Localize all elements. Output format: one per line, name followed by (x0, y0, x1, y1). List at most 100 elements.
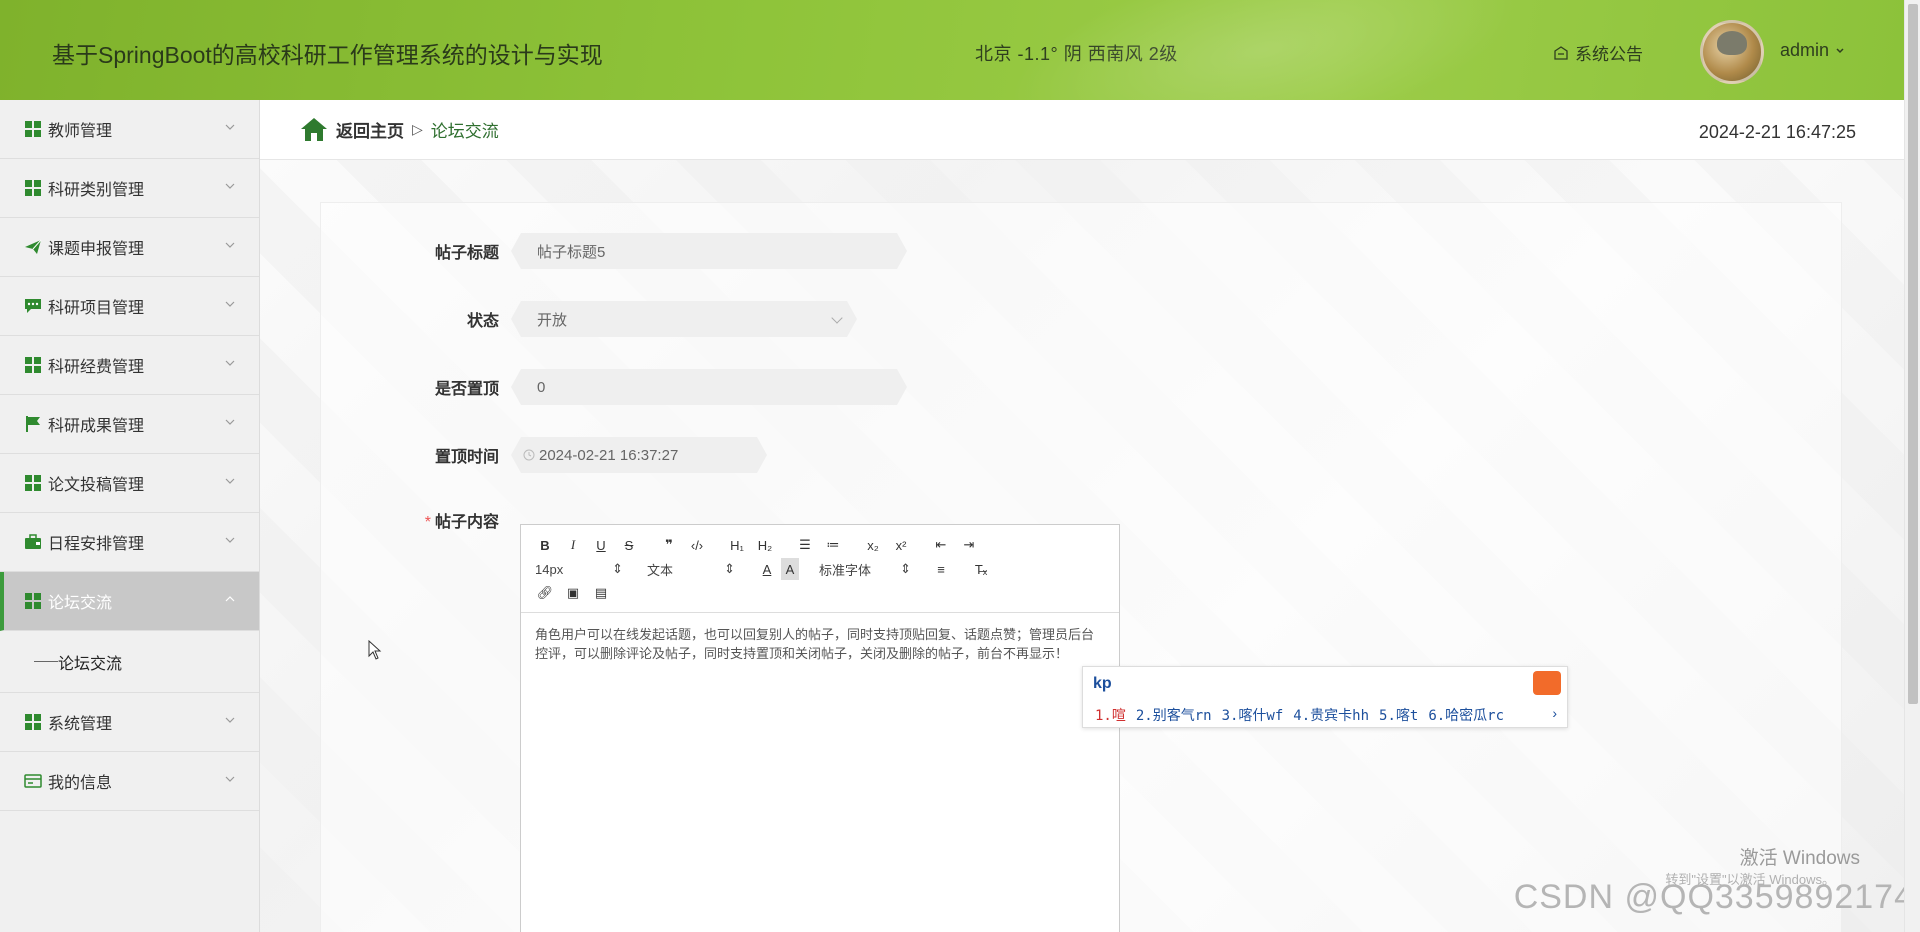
form-row-title: 帖子标题 帖子标题5 (260, 233, 907, 269)
sidebar-item-research-results[interactable]: 科研成果管理 (0, 395, 259, 454)
form-row-pinned: 是否置顶 0 (260, 369, 907, 405)
sidebar-item-label: 科研类别管理 (48, 182, 145, 199)
subscript-button[interactable]: x₂ (859, 534, 887, 556)
status-select[interactable]: 开放 (511, 301, 857, 337)
sidebar-item-system[interactable]: 系统管理 (0, 693, 259, 752)
form-row-pin-time: 置顶时间 2024-02-21 16:37:27 (260, 437, 767, 473)
ime-candidate-window: kp 1.喧 2.别客气rn 3.喀什wf 4.贵宾卡hh 5.喀t 6.哈密瓜… (1082, 666, 1568, 728)
indent-icon[interactable]: ⇥ (955, 534, 983, 556)
breadcrumb-current: 论坛交流 (430, 121, 499, 141)
pinned-label: 是否置顶 (434, 381, 499, 398)
chat-icon (25, 299, 41, 313)
bold-button[interactable]: B (531, 534, 559, 556)
status-select-value: 开放 (537, 311, 568, 329)
sidebar-item-label: 系统管理 (48, 716, 113, 733)
ime-candidate[interactable]: 5.喀t (1379, 705, 1418, 725)
sidebar-item-paper-submission[interactable]: 论文投稿管理 (0, 454, 259, 513)
outdent-icon[interactable]: ⇤ (927, 534, 955, 556)
chevron-down-icon (1836, 47, 1844, 53)
chevron-down-icon (831, 312, 842, 323)
sidebar-item-label: 教师管理 (48, 123, 113, 140)
sidebar-item-label: 我的信息 (48, 775, 113, 792)
breadcrumb-home-link[interactable]: 返回主页 (336, 117, 404, 142)
font-size-select[interactable]: 14px ⇕ (531, 561, 627, 577)
sidebar: 教师管理 科研类别管理 课题申报管理 科研项目管理 科研经费管理 科研成果管理 … (0, 100, 260, 932)
link-icon[interactable]: 🔗︎ (531, 582, 559, 604)
h1-button[interactable]: H₁ (723, 534, 751, 556)
chevron-down-icon (225, 419, 235, 425)
h2-button[interactable]: H₂ (751, 534, 779, 556)
ime-next-page-button[interactable]: › (1552, 705, 1557, 721)
csdn-watermark: CSDN @QQ3359892174 (1513, 878, 1914, 916)
notice-icon (1554, 45, 1568, 60)
block-format-value: 文本 (647, 562, 674, 578)
sidebar-item-schedule[interactable]: 日程安排管理 (0, 513, 259, 572)
sidebar-item-my-info[interactable]: 我的信息 (0, 752, 259, 811)
image-icon[interactable]: ▣ (559, 582, 587, 604)
editor-content[interactable]: 角色用户可以在线发起话题，也可以回复别人的帖子，同时支持顶贴回复、话题点赞；管理… (521, 613, 1119, 675)
underline-button[interactable]: U (587, 534, 615, 556)
sidebar-subitem-forum[interactable]: 论坛交流 (0, 631, 259, 693)
ordered-list-icon[interactable]: ☰ (791, 534, 819, 556)
align-icon[interactable]: ≡ (927, 558, 955, 580)
sidebar-item-topic-application[interactable]: 课题申报管理 (0, 218, 259, 277)
windows-activation-title: 激活 Windows (1739, 848, 1860, 869)
pin-time-value: 2024-02-21 16:37:27 (539, 446, 679, 464)
sidebar-item-teacher[interactable]: 教师管理 (0, 100, 259, 159)
ime-candidate[interactable]: 1.喧 (1095, 705, 1126, 725)
block-format-select[interactable]: 文本 ⇕ (643, 560, 739, 579)
pin-time-picker[interactable]: 2024-02-21 16:37:27 (511, 437, 767, 473)
weather-info: 北京 -1.1° 阴 西南风 2级 (975, 44, 1178, 64)
editor-toolbar: B I U S ❞ ‹/› H₁ H₂ ☰ ≔ x₂ x² ⇤ ⇥ 14px ⇕ … (521, 525, 1119, 613)
font-family-select[interactable]: 标准字体 ⇕ (815, 560, 915, 579)
sidebar-item-research-funding[interactable]: 科研经费管理 (0, 336, 259, 395)
sidebar-item-research-project[interactable]: 科研项目管理 (0, 277, 259, 336)
breadcrumb-separator: ▷ (412, 120, 423, 137)
sidebar-item-forum[interactable]: 论坛交流 (0, 572, 259, 631)
paper-plane-icon (25, 239, 42, 254)
title-input[interactable]: 帖子标题5 (511, 233, 907, 269)
title-label: 帖子标题 (434, 245, 499, 262)
blockquote-button[interactable]: ❞ (655, 534, 683, 556)
pinned-input-value: 0 (537, 378, 546, 396)
chevron-down-icon (225, 776, 235, 782)
italic-button[interactable]: I (559, 534, 587, 556)
form-row-status: 状态 开放 (260, 301, 857, 337)
sidebar-item-label: 日程安排管理 (48, 536, 145, 553)
ime-candidate[interactable]: 2.别客气rn (1136, 705, 1212, 725)
chevron-up-icon (225, 596, 235, 602)
rich-text-editor[interactable]: B I U S ❞ ‹/› H₁ H₂ ☰ ≔ x₂ x² ⇤ ⇥ 14px ⇕ … (520, 524, 1120, 932)
grid-icon (25, 593, 41, 609)
breadcrumb: 返回主页 ▷ 论坛交流 (300, 116, 499, 142)
strike-button[interactable]: S (615, 534, 643, 556)
superscript-button[interactable]: x² (887, 534, 915, 556)
code-button[interactable]: ‹/› (683, 534, 711, 556)
font-size-value: 14px (535, 561, 564, 577)
ime-candidate[interactable]: 3.喀什wf (1222, 705, 1284, 725)
sidebar-item-research-category[interactable]: 科研类别管理 (0, 159, 259, 218)
pinned-input[interactable]: 0 (511, 369, 907, 405)
current-datetime: 2024-2-21 16:47:25 (1698, 122, 1856, 142)
font-color-button[interactable]: A (753, 558, 781, 580)
sidebar-subitem-label: 论坛交流 (58, 655, 123, 673)
sidebar-item-label: 科研经费管理 (48, 359, 145, 376)
page-scrollbar[interactable] (1904, 0, 1920, 932)
user-avatar[interactable] (1700, 20, 1764, 84)
ime-candidate[interactable]: 4.贵宾卡hh (1293, 705, 1369, 725)
ime-candidate[interactable]: 6.哈密瓜rc (1428, 705, 1504, 725)
updown-icon: ⇕ (900, 561, 911, 576)
background-color-button[interactable]: A (781, 558, 799, 580)
grid-icon (25, 357, 41, 373)
chevron-down-icon (225, 124, 235, 130)
home-icon[interactable] (300, 116, 328, 142)
bullet-list-icon[interactable]: ≔ (819, 534, 847, 556)
scrollbar-thumb[interactable] (1908, 4, 1918, 704)
chevron-down-icon (225, 717, 235, 723)
video-icon[interactable]: ▤ (587, 582, 615, 604)
clear-format-icon[interactable]: T̶ₓ (967, 558, 995, 580)
pin-time-label: 置顶时间 (434, 449, 499, 466)
system-notice-button[interactable]: 系统公告 (1553, 40, 1643, 65)
user-menu[interactable]: admin (1780, 40, 1845, 61)
chevron-down-icon (225, 183, 235, 189)
username: admin (1780, 40, 1830, 60)
